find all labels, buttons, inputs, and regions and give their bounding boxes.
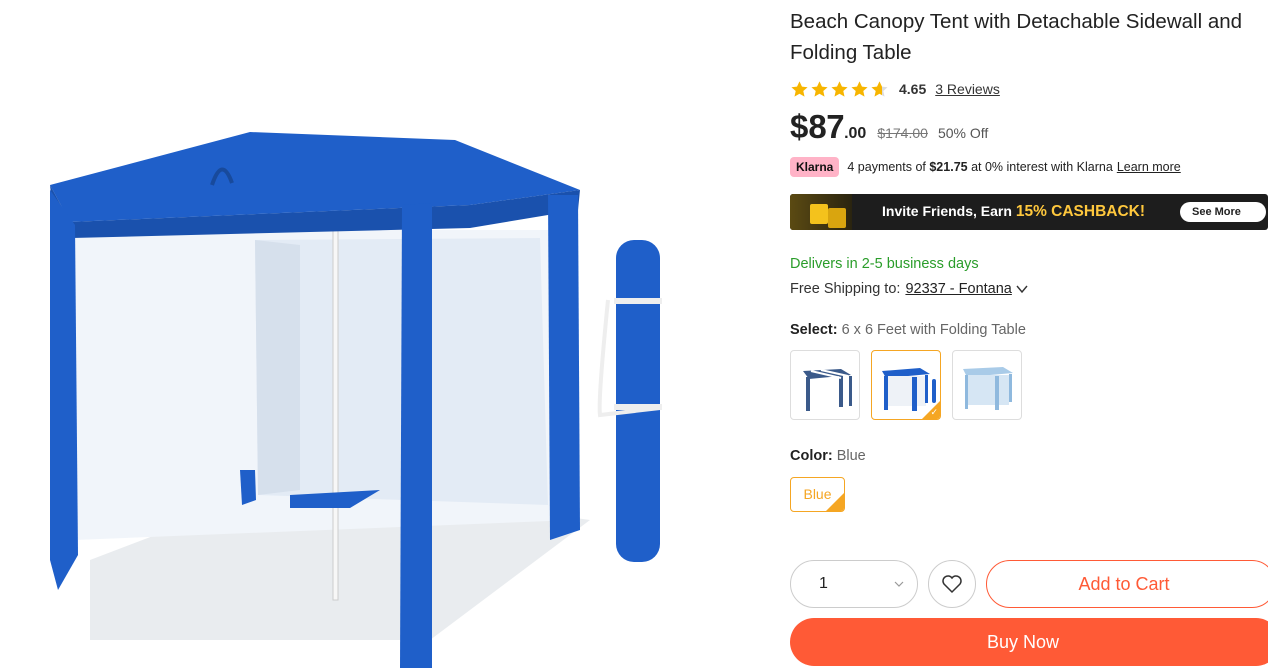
price-row: $ 87 .00 $174.00 50% Off [790, 108, 988, 148]
striped-tent-thumb [803, 369, 852, 411]
klarna-learn-more-link[interactable]: Learn more [1117, 160, 1181, 174]
original-price: $174.00 [877, 125, 928, 141]
size-select-label: Select: 6 x 6 Feet with Folding Table [790, 322, 1026, 338]
quantity-select[interactable]: 1 [790, 560, 918, 608]
star-rating [790, 80, 889, 99]
tent-illustration [50, 132, 662, 668]
chevron-down-icon[interactable] [1016, 283, 1028, 295]
wishlist-button[interactable] [928, 560, 976, 608]
carry-bag [616, 240, 660, 562]
product-title: Beach Canopy Tent with Detachable Sidewa… [790, 10, 1243, 64]
star-icon [811, 80, 828, 97]
size-options: ✓ [790, 350, 1022, 420]
star-icon [831, 80, 848, 97]
klarna-amount: $21.75 [929, 160, 968, 174]
currency-symbol: $ [790, 108, 809, 145]
reviews-link[interactable]: 3 Reviews [935, 81, 1000, 97]
zip-selector[interactable]: 92337 - Fontana [905, 281, 1011, 297]
klarna-text: 4 payments of $21.75 at 0% interest with… [847, 160, 1112, 174]
discount-label: 50% Off [937, 125, 989, 141]
shopping-bag-icon [790, 194, 852, 230]
size-option-striped[interactable] [790, 350, 860, 420]
delivery-estimate: Delivers in 2-5 business days [790, 256, 979, 272]
klarna-suffix: at 0% interest with Klarna [967, 160, 1113, 174]
rating-row: 4.65 3 Reviews [790, 79, 1000, 99]
shipping-row: Free Shipping to: 92337 - Fontana [790, 281, 1028, 297]
shipping-label: Free Shipping to: [790, 281, 901, 297]
tent-leg-front [400, 203, 432, 668]
tent-side-wall [255, 240, 300, 495]
light-tent-thumb [963, 367, 1013, 410]
buy-now-button[interactable]: Buy Now [790, 618, 1268, 666]
product-info-panel: Beach Canopy Tent with Detachable Sidewa… [790, 0, 1268, 672]
select-label-key: Select: [790, 322, 838, 338]
size-option-light-blue[interactable] [952, 350, 1022, 420]
quantity-value: 1 [819, 575, 828, 592]
promo-highlight: 15% CASHBACK! [1015, 203, 1146, 220]
star-icon [871, 80, 888, 97]
add-to-cart-button[interactable]: Add to Cart [986, 560, 1268, 608]
rating-value: 4.65 [899, 81, 927, 97]
klarna-prefix: 4 payments of [847, 160, 930, 174]
select-label-value: 6 x 6 Feet with Folding Table [841, 322, 1026, 338]
center-pole [332, 209, 339, 601]
star-icon [791, 80, 808, 97]
size-option-6x6-table[interactable]: ✓ [871, 350, 941, 420]
see-more-button[interactable]: See More [1180, 202, 1266, 222]
purchase-actions: 1 Add to Cart [790, 560, 1268, 608]
chevron-down-icon [894, 581, 904, 587]
check-icon: ✓ [834, 488, 842, 498]
tent-leg-left [50, 190, 78, 590]
klarna-installments: Klarna 4 payments of $21.75 at 0% intere… [790, 156, 1181, 178]
product-image[interactable] [0, 0, 760, 672]
heart-icon [942, 575, 962, 594]
price-integer: 87 [808, 108, 845, 145]
color-option-blue[interactable]: Blue ✓ [790, 477, 845, 512]
color-label-value: Blue [836, 448, 866, 464]
star-icon [851, 80, 868, 97]
klarna-logo: Klarna [790, 157, 840, 177]
check-icon: ✓ [930, 407, 938, 417]
promo-text-main: Invite Friends, Earn [882, 203, 1016, 219]
price-decimal: .00 [844, 125, 867, 142]
color-select-label: Color: Blue [790, 448, 866, 464]
tent-leg-right [548, 195, 580, 540]
promo-text: Invite Friends, Earn 15% CASHBACK! [882, 203, 1145, 221]
color-label-key: Color: [790, 448, 833, 464]
promo-banner[interactable]: Invite Friends, Earn 15% CASHBACK! See M… [790, 194, 1268, 230]
